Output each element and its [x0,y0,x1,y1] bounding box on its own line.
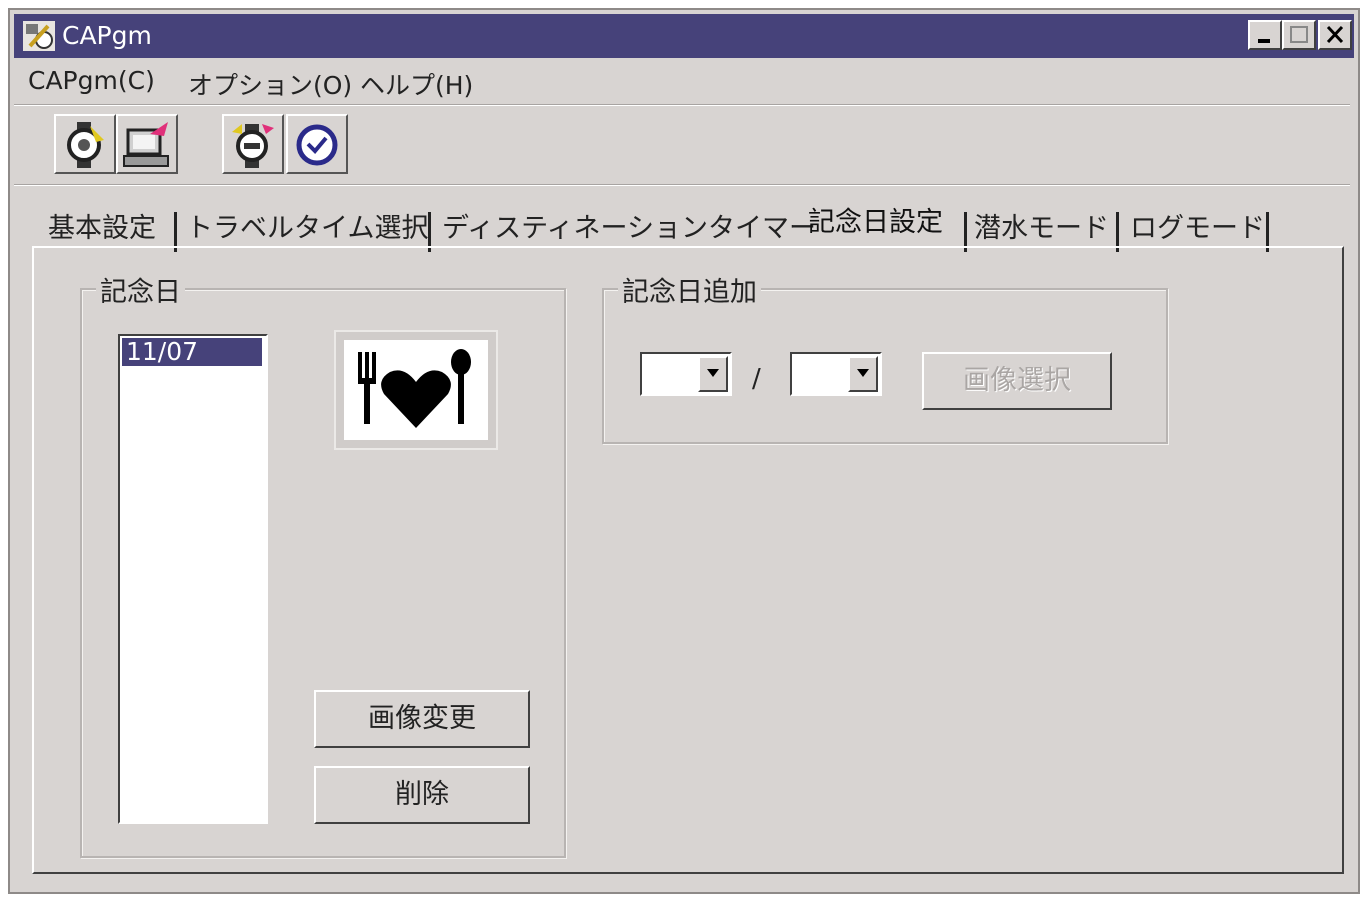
app-window: CAPgm CAPgm(C) オプション(O) ヘルプ(H) 基本設定 トラベル… [8,8,1360,894]
window-title: CAPgm [62,21,152,50]
watch-settings-icon [232,124,274,168]
tab-panel: 記念日 11/07 画像変更 削除 記念日追加 / 画像選択 [32,246,1344,874]
chevron-down-icon [707,369,719,377]
toolbar-watch-settings-button[interactable] [222,114,284,174]
maximize-icon [1290,26,1308,43]
close-icon [1326,25,1344,44]
maximize-button[interactable] [1282,20,1316,50]
menu-separator [14,104,1350,106]
minimize-button[interactable] [1248,20,1282,50]
menu-options[interactable]: オプション(O) [188,66,352,102]
toolbar-pc-transfer-button[interactable] [116,114,178,174]
change-image-button[interactable]: 画像変更 [314,690,530,748]
tab-anniversary-settings[interactable]: 記念日設定 [808,200,943,246]
pc-transfer-icon [123,122,169,167]
month-select[interactable] [640,352,732,396]
minimize-icon [1258,39,1270,43]
select-image-button[interactable]: 画像選択 [922,352,1112,410]
fork-heart-spoon-icon [358,349,471,428]
add-anniversary-group-label: 記念日追加 [618,270,761,309]
anniversary-group: 記念日 11/07 画像変更 削除 [80,270,566,858]
title-bar[interactable]: CAPgm [14,14,1354,58]
menu-bar: CAPgm(C) オプション(O) ヘルプ(H) [14,60,1354,106]
delete-button[interactable]: 削除 [314,766,530,824]
anniversary-group-label: 記念日 [96,270,185,309]
toolbar-separator [14,184,1350,186]
list-item[interactable]: 11/07 [122,338,262,366]
day-dropdown-button[interactable] [848,356,878,392]
toolbar-clock-button[interactable] [286,114,348,174]
chevron-down-icon [857,369,869,377]
add-anniversary-group: 記念日追加 / 画像選択 [602,270,1168,444]
watch-sync-icon [67,122,104,168]
day-select[interactable] [790,352,882,396]
toolbar-watch-sync-button[interactable] [54,114,116,174]
anniversary-listbox[interactable]: 11/07 [118,334,268,824]
clock-icon [296,124,338,166]
menu-help[interactable]: ヘルプ(H) [360,66,473,102]
anniversary-image-preview [336,332,496,448]
close-button[interactable] [1318,20,1352,50]
date-separator: / [752,364,761,394]
menu-capgm[interactable]: CAPgm(C) [28,66,155,95]
app-icon [22,20,56,52]
month-dropdown-button[interactable] [698,356,728,392]
